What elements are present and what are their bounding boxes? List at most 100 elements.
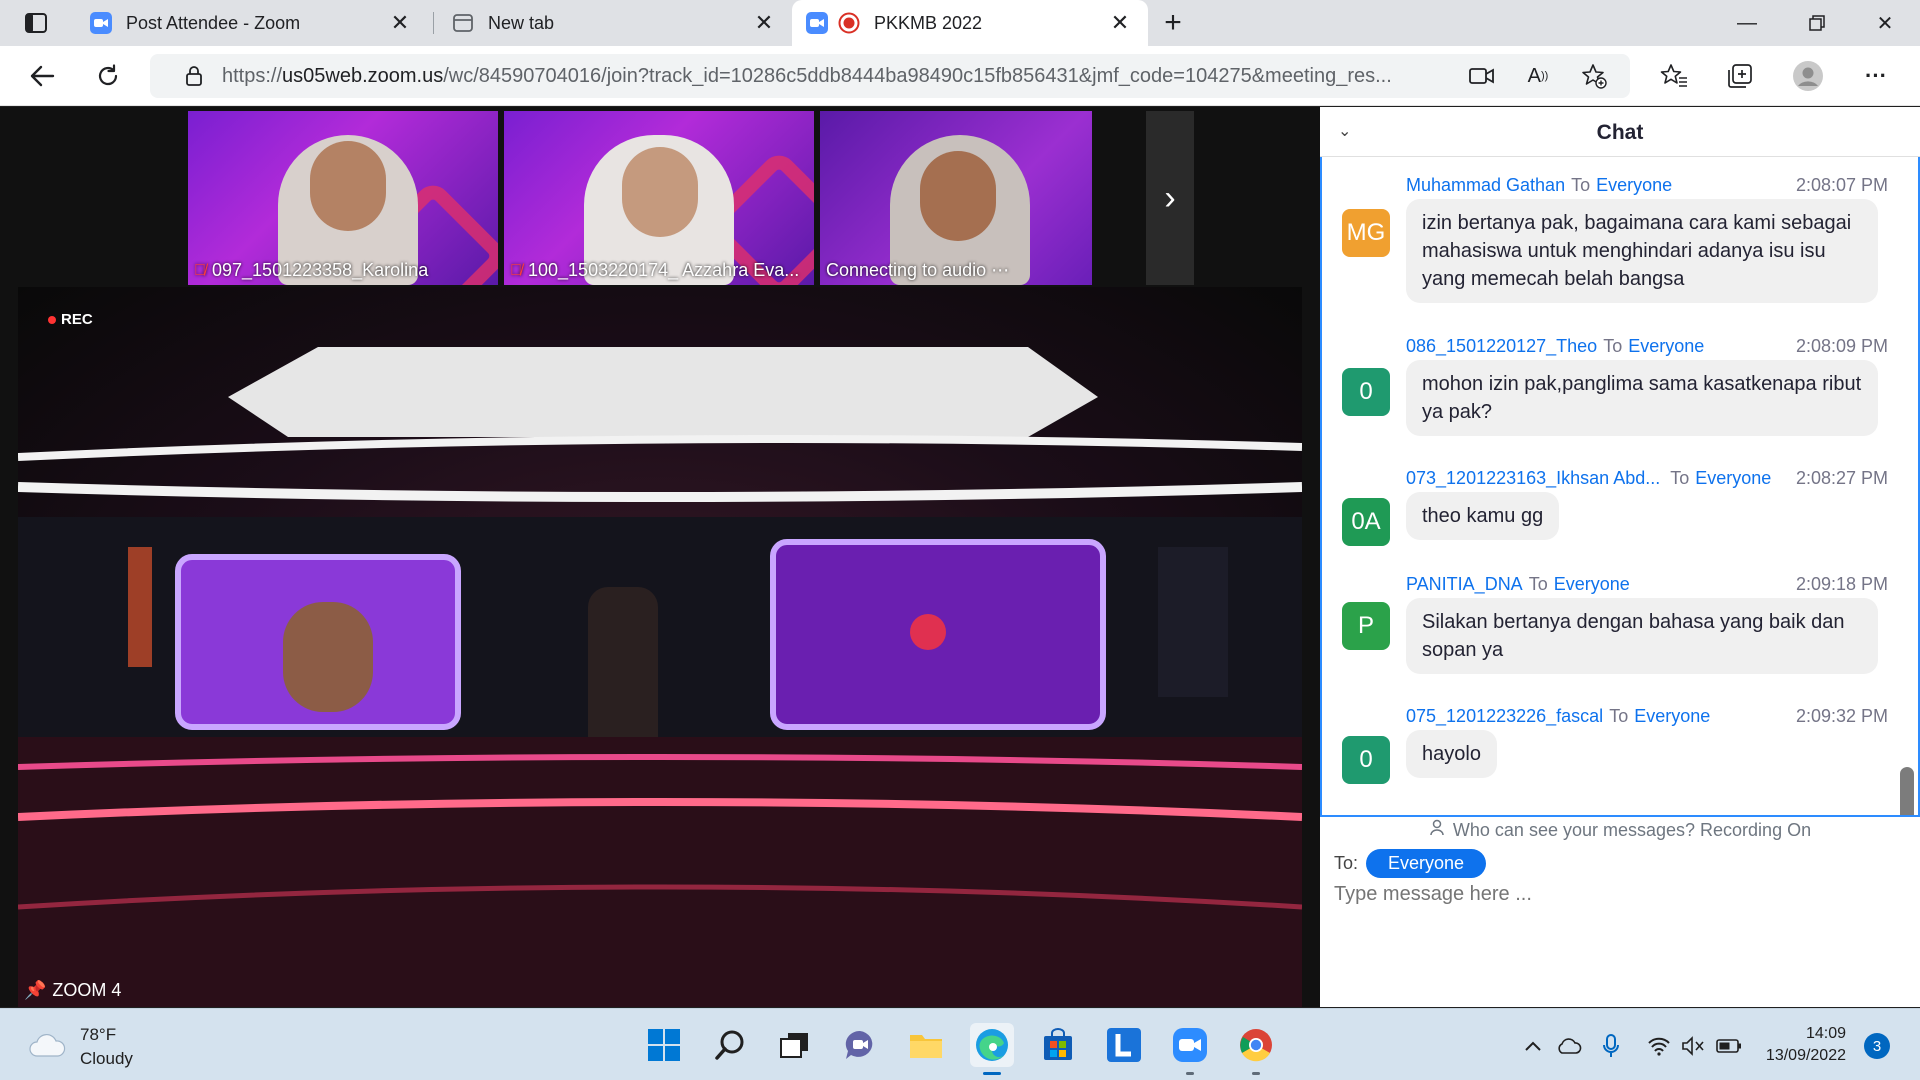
- microsoft-store-icon[interactable]: [1036, 1023, 1080, 1067]
- avatar: 0A: [1342, 498, 1390, 546]
- message-input[interactable]: [1334, 883, 1904, 906]
- speaker-muted-icon[interactable]: [1678, 1031, 1708, 1061]
- workspaces-icon[interactable]: [16, 9, 56, 37]
- restore-icon[interactable]: [1782, 0, 1852, 46]
- more-options-icon[interactable]: ···: [1858, 58, 1894, 94]
- add-favorite-icon[interactable]: [1578, 60, 1610, 92]
- search-icon[interactable]: [708, 1023, 752, 1067]
- minimize-icon[interactable]: —: [1712, 0, 1782, 46]
- recording-indicator-icon: [838, 12, 860, 34]
- lock-icon[interactable]: [174, 65, 214, 87]
- participant-face: [310, 141, 386, 231]
- participant-face: [920, 151, 996, 241]
- person-icon: [1429, 819, 1447, 842]
- profile-avatar[interactable]: [1790, 58, 1826, 94]
- participant-name-label: Connecting to audio ⋯: [826, 260, 1009, 281]
- chat-panel: ⌄ Chat Muhammad Gathan To Everyone 2:08:07…: [1320, 107, 1920, 1007]
- weather-widget[interactable]: 78°F Cloudy: [28, 1023, 133, 1071]
- message-to: To: [1609, 706, 1629, 726]
- chrome-icon[interactable]: [1234, 1023, 1278, 1075]
- participant-status: Connecting to audio ⋯: [826, 260, 1010, 280]
- participant-name: 097_1501223358_Karolina: [212, 260, 429, 280]
- chat-app-icon[interactable]: [838, 1023, 882, 1067]
- message-sender[interactable]: 075_1201223226_fascal: [1406, 706, 1603, 726]
- main-video: REC 📌 ZOOM 4: [18, 287, 1302, 1007]
- message-sender[interactable]: 086_1501220127_Theo: [1406, 336, 1597, 356]
- avatar: MG: [1342, 209, 1390, 257]
- message-meta: 086_1501220127_Theo To Everyone: [1406, 336, 1704, 357]
- message-bubble: mohon izin pak,panglima sama kasatkenapa…: [1406, 360, 1878, 436]
- message-time: 2:09:32 PM: [1795, 706, 1888, 726]
- message-to: To: [1571, 175, 1591, 195]
- message-time: 2:08:27 PM: [1795, 468, 1888, 488]
- message-target[interactable]: Everyone: [1695, 468, 1771, 488]
- recording-label: REC: [61, 311, 93, 328]
- file-explorer-icon[interactable]: [904, 1023, 948, 1067]
- participant-thumbnail[interactable]: 🎙̸ 100_1503220174_ Azzahra Eva...: [504, 111, 814, 285]
- message-target[interactable]: Everyone: [1634, 706, 1710, 726]
- new-tab-button[interactable]: +: [1156, 6, 1190, 40]
- tab-title: New tab: [488, 12, 555, 33]
- l-app-icon[interactable]: [1102, 1023, 1146, 1067]
- edge-browser-icon[interactable]: [970, 1023, 1014, 1075]
- running-indicator: [1252, 1072, 1260, 1075]
- close-window-icon[interactable]: ✕: [1850, 0, 1920, 46]
- address-bar[interactable]: https://us05web.zoom.us/wc/84590704016/j…: [150, 54, 1630, 98]
- tab-new-tab[interactable]: New tab ✕: [438, 0, 792, 46]
- recipient-select[interactable]: Everyone: [1366, 849, 1487, 878]
- running-indicator: [1186, 1072, 1194, 1075]
- tab-pkkmb-2022[interactable]: PKKMB 2022 ✕: [792, 0, 1148, 46]
- back-arrow-icon[interactable]: [24, 58, 60, 94]
- zoom-app-icon[interactable]: [1168, 1023, 1212, 1075]
- tab-post-attendee[interactable]: Post Attendee - Zoom ✕: [76, 0, 428, 46]
- message-sender[interactable]: PANITIA_DNA: [1406, 574, 1523, 594]
- message-sender[interactable]: Muhammad Gathan: [1406, 175, 1565, 195]
- notification-badge[interactable]: 3: [1864, 1033, 1890, 1059]
- message-time: 2:08:09 PM: [1795, 336, 1888, 356]
- onedrive-icon[interactable]: [1554, 1031, 1584, 1061]
- url-host: us05web.zoom.us: [282, 64, 444, 87]
- message-sender[interactable]: 073_1201223163_Ikhsan Abd...: [1406, 468, 1660, 488]
- chat-scrollbar[interactable]: [1900, 767, 1914, 815]
- close-tab-icon[interactable]: ✕: [1106, 9, 1134, 37]
- speaker-on-screen: [283, 602, 373, 712]
- ring-light: [18, 482, 1302, 502]
- participant-thumbnail[interactable]: Connecting to audio ⋯: [820, 111, 1092, 285]
- task-view-icon[interactable]: [772, 1023, 816, 1067]
- chevron-up-icon[interactable]: [1518, 1031, 1548, 1061]
- system-clock[interactable]: 14:09 13/09/2022: [1756, 1023, 1846, 1067]
- tab-title: PKKMB 2022: [874, 12, 983, 33]
- read-aloud-icon[interactable]: A)): [1522, 60, 1554, 92]
- clock-time: 14:09: [1805, 1025, 1846, 1042]
- close-tab-icon[interactable]: ✕: [750, 9, 778, 37]
- zoom-meeting-area: 🎙̸ 097_1501223358_Karolina 🎙̸ 100_150322…: [0, 107, 1320, 1007]
- chat-message-list[interactable]: Muhammad Gathan To Everyone 2:08:07 PM MG …: [1320, 157, 1920, 817]
- refresh-icon[interactable]: [90, 58, 126, 94]
- stage-floor: [18, 737, 1302, 1007]
- message-meta: 075_1201223226_fascal To Everyone: [1406, 706, 1710, 727]
- message-meta: PANITIA_DNA To Everyone: [1406, 574, 1630, 595]
- start-icon[interactable]: [642, 1023, 686, 1067]
- message-target[interactable]: Everyone: [1596, 175, 1672, 195]
- recipient-row: To: Everyone: [1334, 849, 1487, 878]
- message-target[interactable]: Everyone: [1628, 336, 1704, 356]
- message-time: 2:09:18 PM: [1795, 574, 1888, 594]
- message-target[interactable]: Everyone: [1554, 574, 1630, 594]
- recording-badge: REC: [48, 311, 93, 328]
- active-speaker-label: 📌 ZOOM 4: [24, 980, 121, 1001]
- wifi-icon[interactable]: [1644, 1031, 1674, 1061]
- camera-permission-icon[interactable]: [1466, 60, 1498, 92]
- battery-icon[interactable]: [1714, 1031, 1744, 1061]
- close-tab-icon[interactable]: ✕: [386, 9, 414, 37]
- privacy-notice[interactable]: Who can see your messages? Recording On: [1320, 819, 1920, 842]
- zoom-favicon-icon: [90, 12, 112, 34]
- next-participants-button[interactable]: ›: [1146, 111, 1194, 285]
- participant-name-label: 🎙̸ 100_1503220174_ Azzahra Eva...: [510, 260, 799, 281]
- favorites-icon[interactable]: [1656, 58, 1692, 94]
- chat-header: ⌄ Chat: [1320, 107, 1920, 157]
- participant-thumbnail[interactable]: 🎙̸ 097_1501223358_Karolina: [188, 111, 498, 285]
- microphone-icon[interactable]: [1596, 1031, 1626, 1061]
- collections-icon[interactable]: [1722, 58, 1758, 94]
- url-text[interactable]: https://us05web.zoom.us/wc/84590704016/j…: [222, 65, 1452, 88]
- chevron-right-icon: ›: [1164, 178, 1176, 217]
